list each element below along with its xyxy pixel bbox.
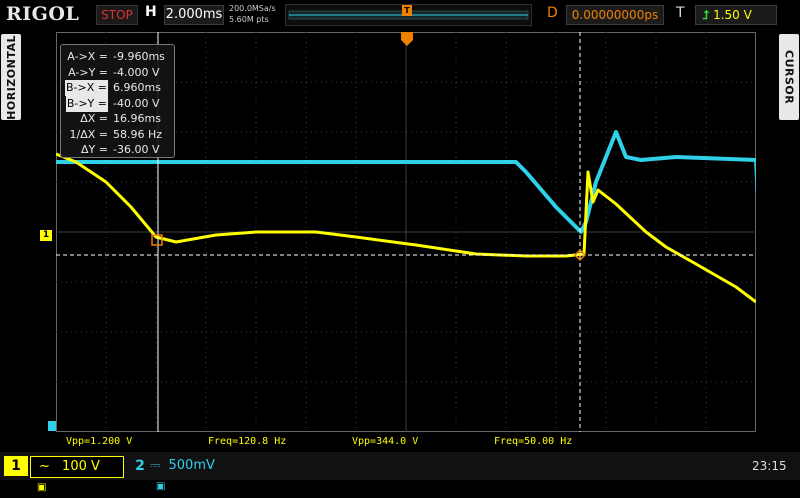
horizontal-position-marker[interactable]: T <box>402 5 412 16</box>
ch2-freq: Freq=50.00 Hz <box>494 436 573 447</box>
cursor-readout-value: -40.00 V <box>113 96 160 110</box>
dc-coupling-icon: ⎓ <box>150 458 161 473</box>
channel-1-scale: 100 V <box>62 459 100 474</box>
cursor-readout-row: B->X = 6.960ms <box>61 80 174 96</box>
cursor-readout-row: B->Y = -40.00 V <box>61 95 174 112</box>
channel-2-scale: 500mV <box>168 458 215 473</box>
memory-depth: 5.60M pts <box>229 15 269 24</box>
channel-1-settings[interactable]: ~ 100 V ▣ <box>30 456 124 493</box>
cursor-readout-key: B->Y = <box>65 95 108 112</box>
cursor-readout-value: 58.96 Hz <box>113 127 163 141</box>
delay-value[interactable]: 0.00000000ps <box>566 5 664 25</box>
horizontal-menu-tab[interactable]: HORIZONTAL <box>1 34 21 120</box>
delay-label: D <box>547 5 558 21</box>
cursor-readout-row: 1/ΔX = 58.96 Hz <box>61 127 174 143</box>
cursor-readout-value: -9.960ms <box>113 50 165 63</box>
cursor-readout-key: ΔX = <box>80 112 108 125</box>
channel-1-offset-marker[interactable]: 1 <box>40 230 52 241</box>
cursor-readout-key: 1/ΔX = <box>69 127 108 141</box>
channel-2-offset-marker[interactable] <box>48 421 56 431</box>
bandwidth-limit-icon: ▣ <box>37 482 47 493</box>
cursor-readout-value: 6.960ms <box>113 81 161 94</box>
cursor-readout-value: -36.00 V <box>113 143 160 156</box>
horizontal-label: H <box>145 4 157 20</box>
trigger-label: T <box>676 5 685 21</box>
timebase-value[interactable]: 2.000ms <box>164 5 224 25</box>
bandwidth-limit-icon: ▣ <box>156 481 166 492</box>
ch1-freq: Freq=120.8 Hz <box>208 436 287 447</box>
acquisition-info: 200.0MSa/s 5.60M pts <box>229 3 276 25</box>
clock: 23:15 <box>752 459 787 473</box>
cursor-readout-panel: A->X = -9.960ms A->Y = -4.000 V B->X = 6.960m… <box>60 44 175 158</box>
cursor-readout-key: ΔY = <box>81 143 108 156</box>
cursor-readout-value: 16.96ms <box>113 112 161 125</box>
channel-1-badge[interactable]: 1 <box>4 456 28 476</box>
cursor-readout-key: B->X = <box>65 80 108 96</box>
trigger-position-icon <box>401 32 413 46</box>
ac-coupling-icon: ~ <box>39 459 50 474</box>
ch1-vpp: Vpp=1.200 V <box>66 436 133 447</box>
rising-edge-icon: ⮥ <box>702 8 710 22</box>
cursor-readout-row: A->Y = -4.000 V <box>61 65 174 81</box>
trigger-level: 1.50 V <box>713 8 752 22</box>
channel-2-badge[interactable]: 2 <box>132 456 148 476</box>
measurement-bar: Vpp=1.200 V Freq=120.8 Hz Vpp=344.0 V Fr… <box>56 436 756 450</box>
sample-rate: 200.0MSa/s <box>229 4 276 13</box>
brand-logo: RIGOL <box>6 3 80 25</box>
channel-2-settings[interactable]: ⎓ 500mV ▣ <box>150 456 234 492</box>
cursor-readout-row: ΔX = 16.96ms <box>61 111 174 127</box>
horizontal-tab-label: HORIZONTAL <box>4 34 18 120</box>
cursor-menu-tab[interactable]: CURSOR <box>779 34 799 120</box>
ch2-vpp: Vpp=344.0 V <box>352 436 419 447</box>
cursor-readout-row: A->X = -9.960ms <box>61 49 174 65</box>
cursor-readout-value: -4.000 V <box>113 65 160 79</box>
cursor-readout-row: ΔY = -36.00 V <box>61 142 174 158</box>
cursor-tab-label: CURSOR <box>782 49 796 105</box>
run-stop-status[interactable]: STOP <box>96 5 138 25</box>
trigger-level-box[interactable]: ⮥ 1.50 V <box>695 5 777 25</box>
cursor-readout-key: A->Y = <box>68 65 108 79</box>
cursor-readout-key: A->X = <box>67 50 108 63</box>
